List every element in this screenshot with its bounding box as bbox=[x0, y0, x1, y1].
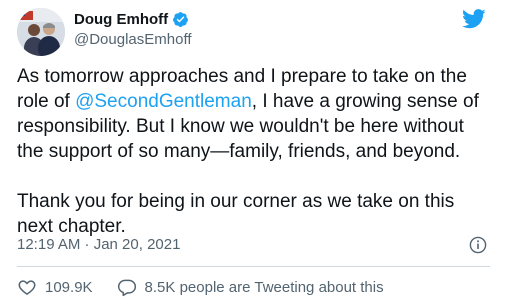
twitter-bird-icon[interactable] bbox=[462, 9, 486, 29]
verified-badge-icon bbox=[172, 11, 189, 28]
mention-link[interactable]: @SecondGentleman bbox=[75, 91, 252, 112]
author-handle[interactable]: @DouglasEmhoff bbox=[74, 31, 192, 48]
avatar[interactable] bbox=[17, 8, 65, 56]
like-button[interactable]: 109.9K bbox=[17, 277, 93, 297]
tweet-paragraph-2: Thank you for being in our corner as we … bbox=[17, 191, 455, 237]
tweeting-about-link[interactable]: 8.5K people are Tweeting about this bbox=[117, 277, 384, 297]
heart-icon bbox=[18, 280, 36, 295]
author-name[interactable]: Doug Emhoff bbox=[74, 11, 168, 28]
author-name-row: Doug Emhoff bbox=[74, 9, 189, 29]
info-icon[interactable] bbox=[469, 236, 487, 254]
tweet-actions: 109.9K 8.5K people are Tweeting about th… bbox=[17, 277, 384, 297]
tweet-text: As tomorrow approaches and I prepare to … bbox=[17, 64, 495, 239]
tweeting-about-text: 8.5K people are Tweeting about this bbox=[144, 278, 384, 296]
like-count: 109.9K bbox=[45, 278, 93, 296]
tweet-paragraph-1: As tomorrow approaches and I prepare to … bbox=[17, 64, 495, 164]
comment-icon bbox=[117, 279, 136, 297]
divider bbox=[17, 266, 490, 267]
avatar-image bbox=[17, 8, 65, 56]
tweet-timestamp[interactable]: 12:19 AM · Jan 20, 2021 bbox=[17, 236, 180, 253]
tweet-card: Doug Emhoff @DouglasEmhoff As tomorrow a… bbox=[0, 0, 507, 303]
